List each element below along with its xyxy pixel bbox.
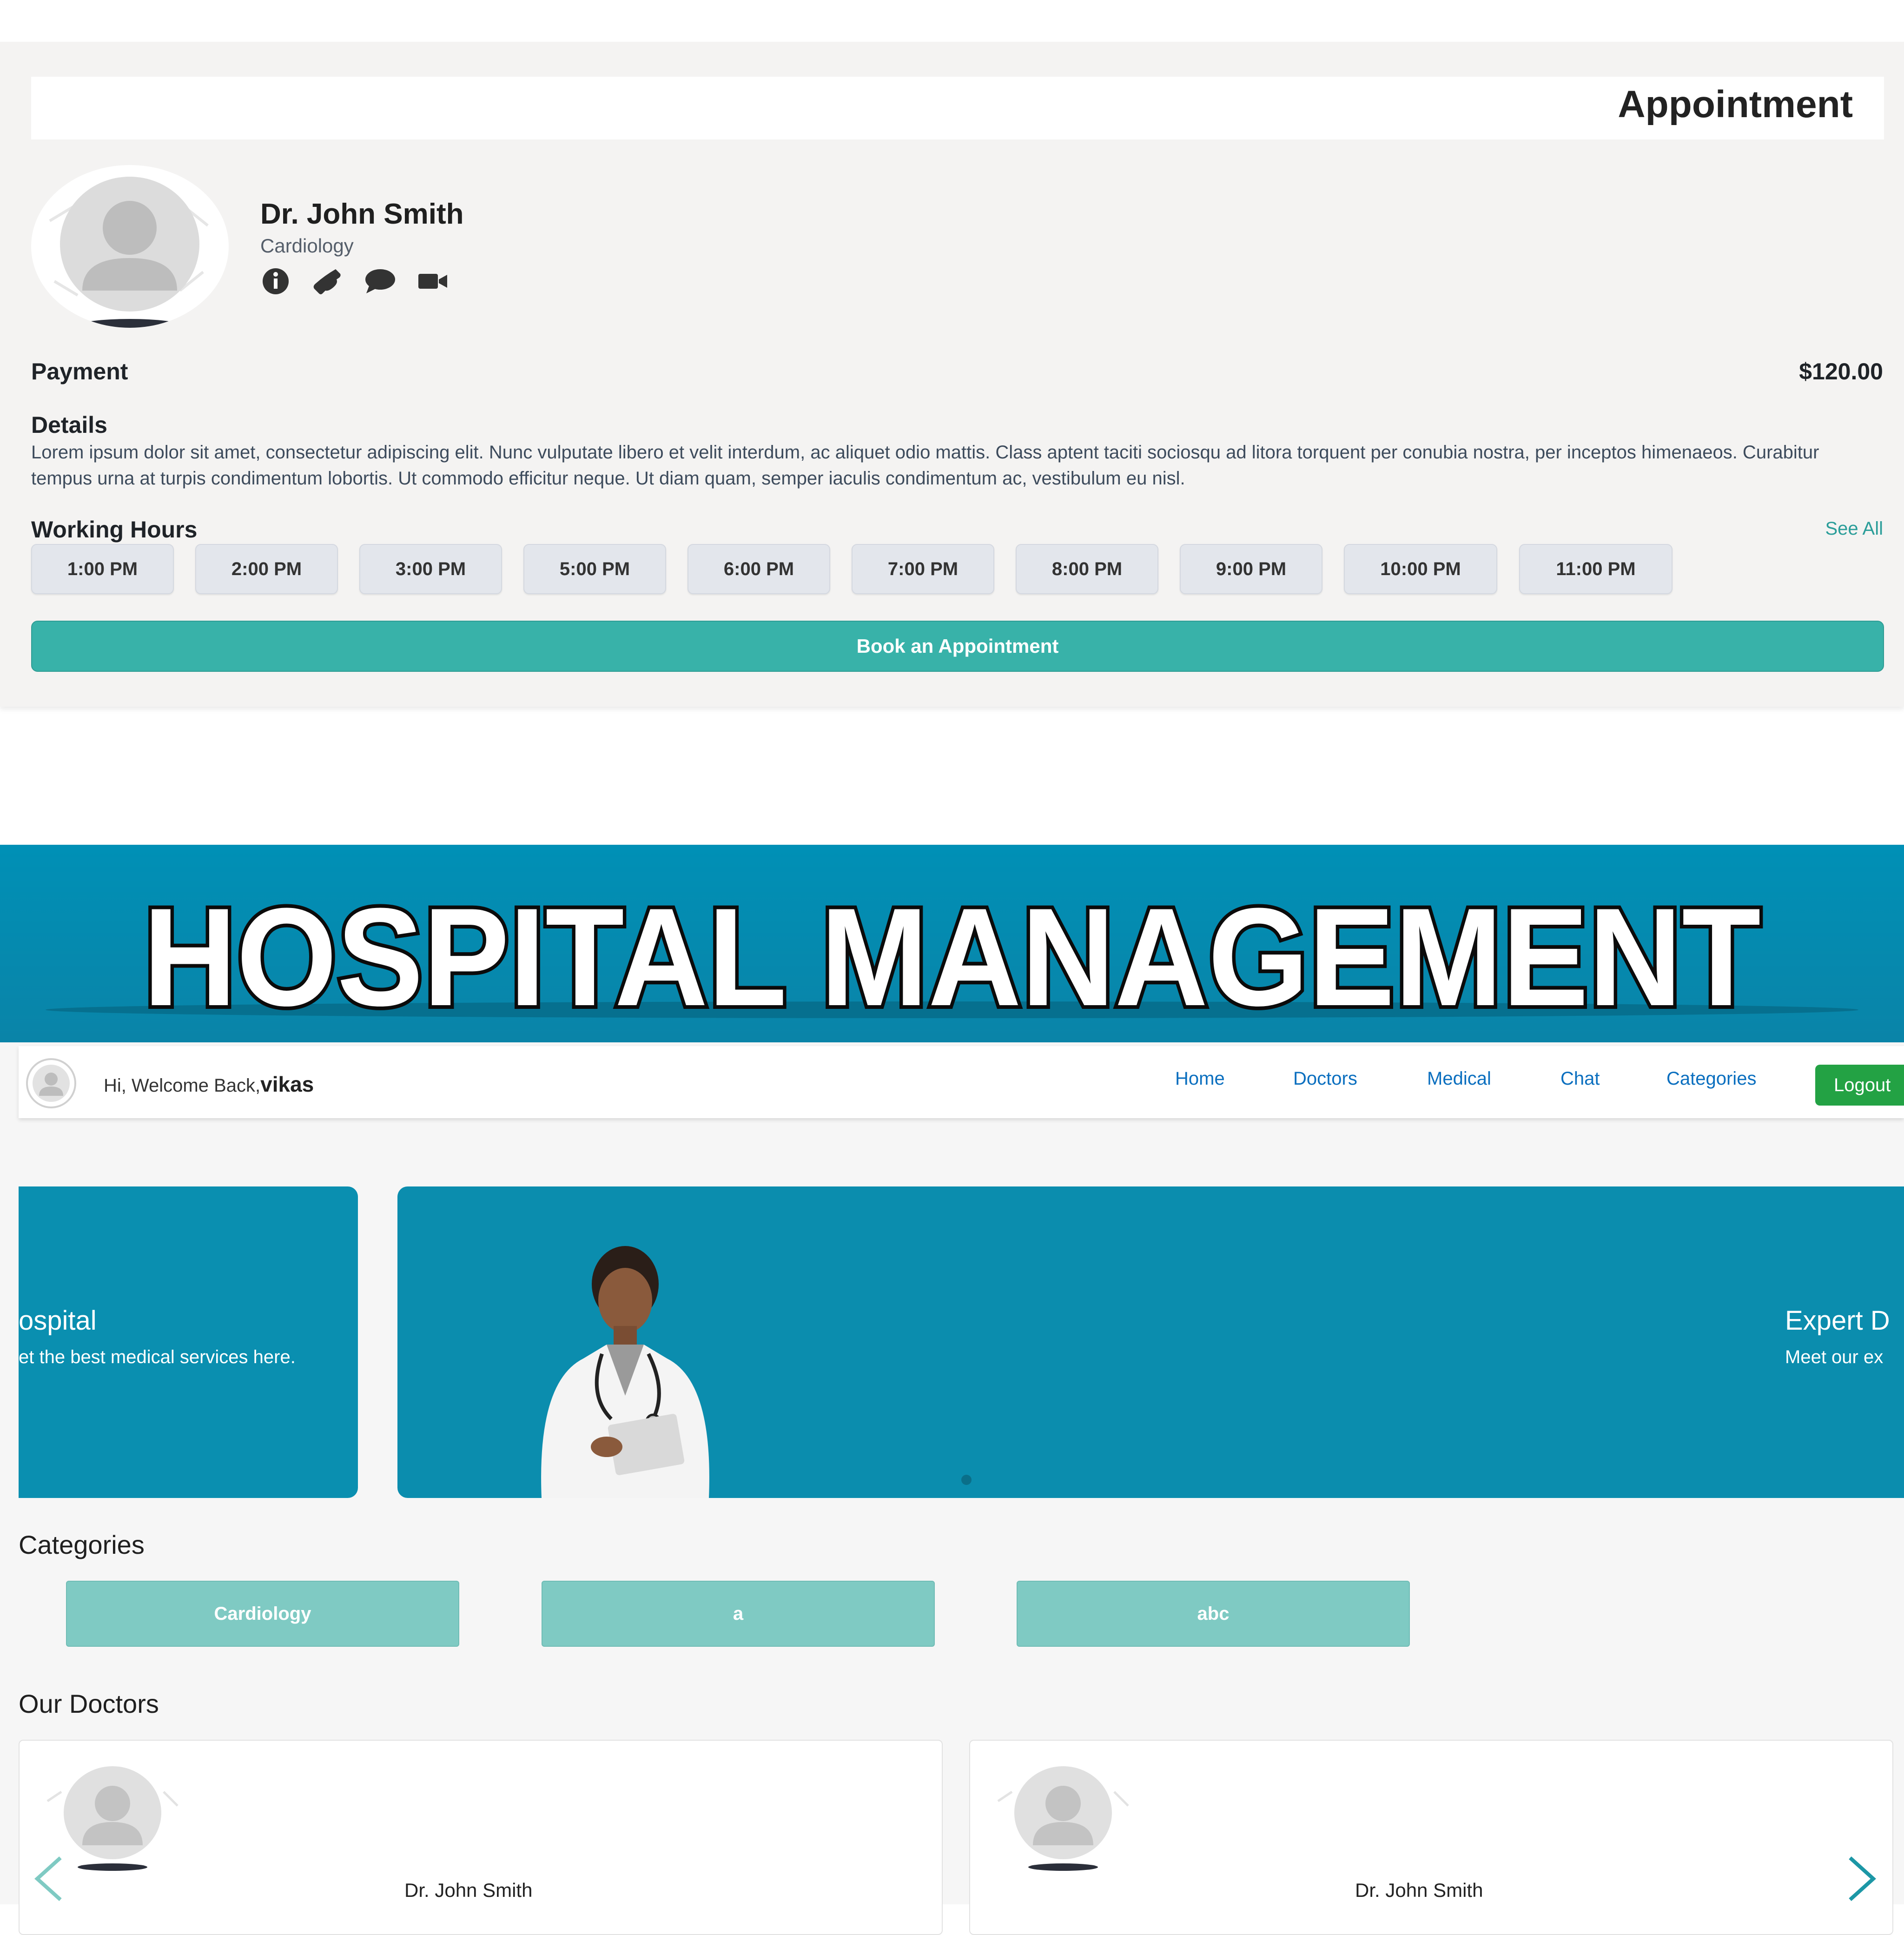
carousel-next-icon[interactable] [1841,1853,1883,1904]
banner-title: HOSPITAL MANAGEMENT [143,879,1761,1035]
time-slot[interactable]: 7:00 PM [852,544,994,594]
doctors-heading: Our Doctors [19,1689,159,1718]
doctor-specialty: Cardiology [260,235,354,257]
carousel-slide-prev[interactable]: ospital et the best medical services her… [19,1186,358,1498]
doctor-image [541,1246,709,1498]
categories-heading: Categories [19,1530,145,1559]
username: vikas [260,1072,314,1096]
time-slot[interactable]: 5:00 PM [523,544,666,594]
page-title: Appointment [1618,83,1853,126]
slide-title: Expert D [1785,1305,1890,1336]
doctor-card[interactable]: Dr. John Smith [969,1740,1893,1935]
doctor-avatar [31,165,229,328]
nav-categories[interactable]: Categories [1666,1068,1756,1089]
time-slot[interactable]: 9:00 PM [1180,544,1322,594]
doctor-name: Dr. John Smith [260,198,464,230]
category-button[interactable]: abc [1017,1581,1410,1647]
slide-title: ospital [19,1305,97,1336]
promo-banner: HOSPITAL MANAGEMENT [0,845,1904,1042]
time-slot[interactable]: 1:00 PM [31,544,174,594]
video-icon[interactable] [416,267,449,295]
time-slot[interactable]: 10:00 PM [1344,544,1497,594]
nav-chat[interactable]: Chat [1560,1068,1600,1089]
time-slot[interactable]: 2:00 PM [195,544,338,594]
details-label: Details [31,412,107,438]
appointment-header [31,77,1884,139]
payment-amount: $120.00 [1799,358,1883,384]
doctor-card-avatar [997,1766,1129,1871]
info-icon[interactable] [259,267,292,295]
banner-title-graphic: HOSPITAL MANAGEMENT [46,875,1858,1039]
payment-label: Payment [31,358,128,384]
time-slot[interactable]: 8:00 PM [1016,544,1158,594]
see-all-link[interactable]: See All [1825,518,1883,539]
slide-subtitle: et the best medical services here. [19,1347,296,1367]
nav-home[interactable]: Home [1175,1068,1225,1089]
carousel-prev-icon[interactable] [28,1853,70,1904]
welcome-greeting: Hi, Welcome Back,vikas [104,1072,314,1097]
phone-icon[interactable] [311,267,344,295]
logout-button[interactable]: Logout [1815,1065,1904,1106]
user-avatar[interactable] [19,1058,84,1109]
details-text: Lorem ipsum dolor sit amet, consectetur … [31,442,1819,489]
time-slot[interactable]: 3:00 PM [359,544,502,594]
carousel-slide-active[interactable]: Expert D Meet our ex [397,1186,1904,1498]
carousel-indicator[interactable] [961,1475,972,1485]
working-hours-label: Working Hours [31,517,198,543]
time-slot[interactable]: 11:00 PM [1519,544,1673,594]
nav-medical[interactable]: Medical [1427,1068,1491,1089]
book-appointment-button[interactable]: Book an Appointment [31,621,1884,672]
doctor-card[interactable]: Dr. John Smith [19,1740,943,1935]
slide-subtitle: Meet our ex [1785,1347,1884,1367]
nav-doctors[interactable]: Doctors [1293,1068,1357,1089]
chat-icon[interactable] [364,267,396,295]
time-slot[interactable]: 6:00 PM [688,544,830,594]
category-button[interactable]: a [542,1581,935,1647]
category-button[interactable]: Cardiology [66,1581,459,1647]
appointment-card [0,42,1904,707]
doctor-card-name: Dr. John Smith [1355,1879,1483,1901]
doctor-card-name: Dr. John Smith [404,1879,533,1901]
greeting-text: Hi, Welcome Back, [104,1075,261,1096]
